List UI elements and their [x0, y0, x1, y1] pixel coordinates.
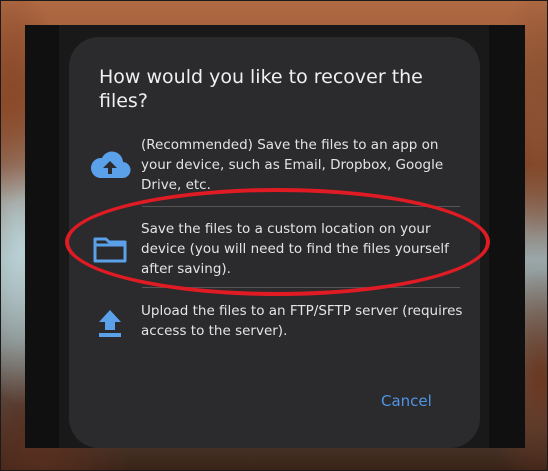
option-ftp-upload-label: Upload the files to an FTP/SFTP server (… — [141, 303, 463, 339]
dialog-title: How would you like to recover the files? — [99, 66, 423, 112]
highlight-circle-annotation — [65, 188, 490, 296]
cancel-button[interactable]: Cancel — [381, 392, 432, 410]
photo-frame: How would you like to recover the files?… — [0, 0, 548, 471]
option-ftp-upload[interactable]: Upload the files to an FTP/SFTP server (… — [87, 301, 463, 345]
cloud-upload-icon — [87, 145, 133, 185]
upload-icon — [87, 303, 133, 343]
option-save-to-app-label: (Recommended) Save the files to an app o… — [141, 137, 444, 193]
